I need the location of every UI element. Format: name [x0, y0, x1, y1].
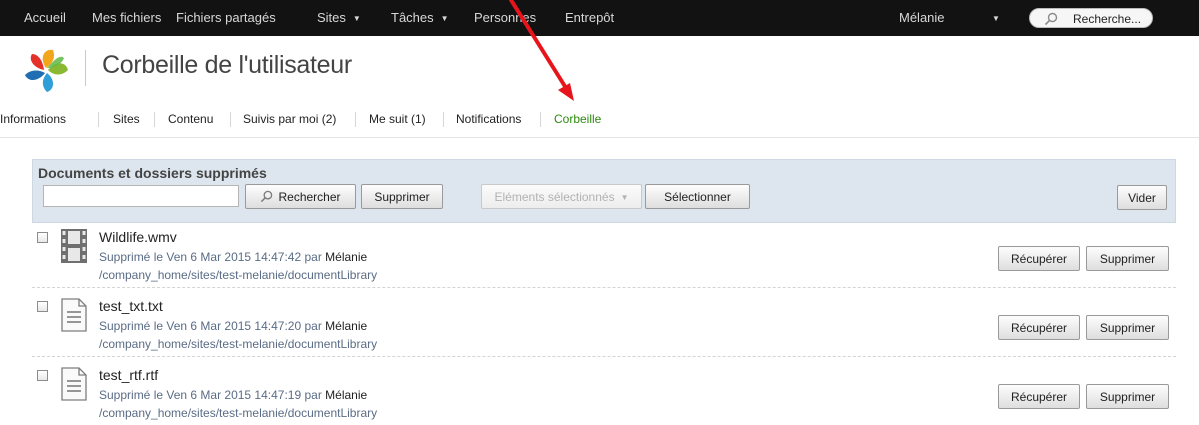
item-path: /company_home/sites/test-melanie/documen…	[99, 406, 378, 420]
chevron-down-icon: ▼	[352, 14, 361, 23]
item-deleted-info: Supprimé le Ven 6 Mar 2015 14:47:42 par …	[99, 250, 367, 264]
top-navigation-bar: Accueil Mes fichiers Fichiers partagés S…	[0, 0, 1199, 36]
trash-title: Documents et dossiers supprimés	[38, 165, 267, 181]
item-path: /company_home/sites/test-melanie/documen…	[99, 268, 378, 282]
trash-delete-button[interactable]: Supprimer	[361, 184, 443, 209]
item-deleted-user[interactable]: Mélanie	[325, 250, 367, 264]
text-file-icon	[61, 298, 87, 332]
recover-button[interactable]: Récupérer	[998, 315, 1080, 340]
nav-sites[interactable]: Sites ▼	[317, 10, 361, 25]
nav-mes-fichiers[interactable]: Mes fichiers	[92, 10, 161, 25]
nav-sites-label: Sites	[317, 10, 346, 25]
chevron-down-icon: ▼	[440, 14, 449, 23]
tab-separator	[355, 112, 356, 127]
tab-separator	[98, 112, 99, 127]
trash-search-button-label: Rechercher	[278, 189, 341, 204]
item-deleted-info: Supprimé le Ven 6 Mar 2015 14:47:19 par …	[99, 388, 367, 402]
nav-entrepot[interactable]: Entrepôt	[565, 10, 614, 25]
recover-button[interactable]: Récupérer	[998, 384, 1080, 409]
tab-contenu[interactable]: Contenu	[168, 112, 213, 126]
user-menu-label[interactable]: Mélanie	[899, 10, 945, 25]
nav-taches-label: Tâches	[391, 10, 434, 25]
tab-separator	[540, 112, 541, 127]
tab-corbeille[interactable]: Corbeille	[554, 112, 601, 126]
chevron-down-icon: ▼	[992, 14, 1000, 23]
item-name[interactable]: test_txt.txt	[99, 298, 163, 314]
user-menu-toggle[interactable]: ▼	[992, 10, 1000, 25]
row-divider	[32, 287, 1176, 288]
nav-personnes[interactable]: Personnes	[474, 10, 536, 25]
list-item: test_txt.txt Supprimé le Ven 6 Mar 2015 …	[32, 292, 1176, 357]
item-deleted-text: Supprimé le Ven 6 Mar 2015 14:47:19 par	[99, 388, 322, 402]
item-deleted-info: Supprimé le Ven 6 Mar 2015 14:47:20 par …	[99, 319, 367, 333]
header-divider	[0, 137, 1199, 138]
global-search-placeholder: Recherche...	[1073, 12, 1142, 26]
tab-sites[interactable]: Sites	[113, 112, 140, 126]
delete-button[interactable]: Supprimer	[1086, 384, 1169, 409]
tab-separator	[230, 112, 231, 127]
item-deleted-user[interactable]: Mélanie	[325, 388, 367, 402]
search-icon	[261, 190, 273, 202]
chevron-down-icon: ▼	[620, 192, 629, 202]
title-divider	[85, 50, 86, 86]
delete-button[interactable]: Supprimer	[1086, 315, 1169, 340]
trash-search-input[interactable]	[43, 185, 239, 207]
list-item: Wildlife.wmv Supprimé le Ven 6 Mar 2015 …	[32, 223, 1176, 288]
tab-separator	[154, 112, 155, 127]
trash-search-button[interactable]: Rechercher	[245, 184, 356, 209]
row-divider	[32, 356, 1176, 357]
item-checkbox[interactable]	[37, 370, 48, 381]
tab-separator	[443, 112, 444, 127]
tab-notifications[interactable]: Notifications	[456, 112, 521, 126]
item-path: /company_home/sites/test-melanie/documen…	[99, 337, 378, 351]
global-search-box[interactable]: Recherche...	[1029, 8, 1153, 28]
delete-button[interactable]: Supprimer	[1086, 246, 1169, 271]
search-icon	[1044, 12, 1058, 26]
nav-fichiers-partages[interactable]: Fichiers partagés	[176, 10, 276, 25]
nav-taches[interactable]: Tâches ▼	[391, 10, 449, 25]
selected-items-button[interactable]: Eléments sélectionnés ▼	[481, 184, 642, 209]
list-item: test_rtf.rtf Supprimé le Ven 6 Mar 2015 …	[32, 361, 1176, 425]
video-file-icon	[61, 229, 87, 263]
tab-me-suit[interactable]: Me suit (1)	[369, 112, 426, 126]
alfresco-logo-icon	[25, 49, 68, 92]
tab-suivis-par-moi[interactable]: Suivis par moi (2)	[243, 112, 336, 126]
recover-button[interactable]: Récupérer	[998, 246, 1080, 271]
text-file-icon	[61, 367, 87, 401]
trash-toolbar: Documents et dossiers supprimés Recherch…	[32, 159, 1176, 223]
item-name[interactable]: test_rtf.rtf	[99, 367, 158, 383]
selected-items-label: Eléments sélectionnés	[494, 189, 615, 204]
empty-trash-button[interactable]: Vider	[1117, 185, 1167, 210]
item-deleted-user[interactable]: Mélanie	[325, 319, 367, 333]
tab-informations[interactable]: Informations	[0, 112, 66, 126]
item-checkbox[interactable]	[37, 232, 48, 243]
nav-accueil[interactable]: Accueil	[24, 10, 66, 25]
item-checkbox[interactable]	[37, 301, 48, 312]
item-deleted-text: Supprimé le Ven 6 Mar 2015 14:47:20 par	[99, 319, 322, 333]
deleted-items-list: Wildlife.wmv Supprimé le Ven 6 Mar 2015 …	[32, 223, 1176, 425]
page-title: Corbeille de l'utilisateur	[102, 51, 352, 79]
item-deleted-text: Supprimé le Ven 6 Mar 2015 14:47:42 par	[99, 250, 322, 264]
select-button[interactable]: Sélectionner	[645, 184, 750, 209]
item-name[interactable]: Wildlife.wmv	[99, 229, 177, 245]
